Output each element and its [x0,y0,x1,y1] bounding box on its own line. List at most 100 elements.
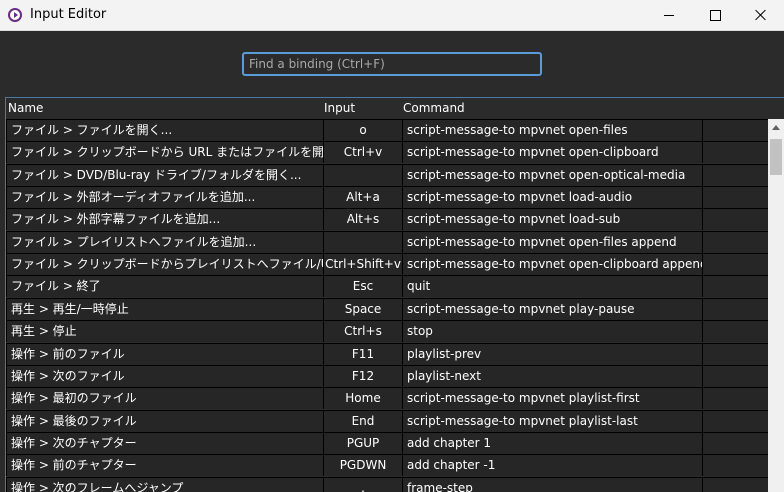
input-cell[interactable]: Alt+s [324,209,402,231]
table-row[interactable]: 操作 > 次のフレームへジャンプ. frame-step [6,476,768,492]
input-cell[interactable]: Home [324,388,402,410]
empty-cell [703,276,768,298]
empty-cell [703,164,768,186]
table-row[interactable]: 再生 > 再生/一時停止 Space script-message-to mpvne… [6,297,768,320]
input-cell[interactable]: Esc [324,276,402,298]
empty-cell [703,298,768,320]
command-cell[interactable]: add chapter -1 [403,455,702,477]
column-header-name[interactable]: Name [8,101,43,115]
command-cell[interactable]: playlist-prev [403,343,702,365]
command-cell[interactable]: script-message-to mpvnet play-pause [403,298,702,320]
name-cell[interactable]: ファイル > クリップボードからプレイリストへファイル/URL を追加 [7,254,323,276]
minimize-button[interactable] [646,0,692,30]
window-title: Input Editor [30,7,107,22]
name-cell[interactable]: 再生 > 停止 [7,321,323,343]
grid-header: Name Input Command [6,98,784,119]
table-row[interactable]: 操作 > 次のファイル F12 playlist-next [6,364,768,387]
table-row[interactable]: ファイル > 終了 Esc quit [6,275,768,298]
input-cell[interactable] [324,164,402,186]
name-cell[interactable]: ファイル > クリップボードから URL またはファイルを開く [7,142,323,164]
name-cell[interactable]: ファイル > 終了 [7,276,323,298]
input-cell[interactable]: Ctrl+v [324,142,402,164]
name-cell[interactable]: ファイル > DVD/Blu-ray ドライブ/フォルダを開く... [7,164,323,186]
command-cell[interactable]: script-message-to mpvnet load-sub [403,209,702,231]
command-cell[interactable]: script-message-to mpvnet open-clipboard … [403,254,702,276]
table-row[interactable]: ファイル > クリップボードから URL またはファイルを開く Ctrl+v scr… [6,141,768,164]
input-cell[interactable] [324,231,402,253]
app-icon [8,8,22,22]
name-cell[interactable]: 操作 > 次のファイル [7,365,323,387]
empty-cell [703,432,768,454]
name-cell[interactable]: ファイル > ファイルを開く... [7,120,323,141]
bindings-grid: Name Input Command ファイル > ファイルを開く... o scr… [5,97,784,492]
name-cell[interactable]: ファイル > 外部オーディオファイルを追加... [7,187,323,209]
table-row[interactable]: ファイル > プレイリストへファイルを追加... script-message-t… [6,230,768,253]
table-row[interactable]: 操作 > 次のチャプター PGUP add chapter 1 [6,431,768,454]
scrollbar-thumb[interactable] [770,139,782,175]
command-cell[interactable]: playlist-next [403,365,702,387]
name-cell[interactable]: ファイル > プレイリストへファイルを追加... [7,231,323,253]
maximize-icon [709,9,721,21]
table-row[interactable]: ファイル > クリップボードからプレイリストへファイル/URL を追加Ctrl+… [6,253,768,276]
table-row[interactable]: 操作 > 最後のファイル End script-message-to mpvnet … [6,409,768,432]
vertical-scrollbar[interactable] [768,119,784,492]
table-row[interactable]: 操作 > 最初のファイル Home script-message-to mpvnet… [6,387,768,410]
command-cell[interactable]: script-message-to mpvnet open-clipboard [403,142,702,164]
empty-cell [703,120,768,141]
table-row[interactable]: ファイル > 外部字幕ファイルを追加... Alt+s script-message… [6,208,768,231]
command-cell[interactable]: script-message-to mpvnet open-optical-me… [403,164,702,186]
input-cell[interactable]: PGUP [324,432,402,454]
empty-cell [703,410,768,432]
empty-cell [703,365,768,387]
command-cell[interactable]: script-message-to mpvnet playlist-last [403,410,702,432]
name-cell[interactable]: 操作 > 最初のファイル [7,388,323,410]
empty-cell [703,455,768,477]
table-row[interactable]: ファイル > 外部オーディオファイルを追加... Alt+a script-mess… [6,186,768,209]
close-button[interactable] [738,0,784,30]
input-cell[interactable]: Ctrl+s [324,321,402,343]
column-header-input[interactable]: Input [324,101,355,115]
input-cell[interactable]: Space [324,298,402,320]
empty-cell [703,142,768,164]
name-cell[interactable]: 再生 > 再生/一時停止 [7,298,323,320]
command-cell[interactable]: script-message-to mpvnet load-audio [403,187,702,209]
name-cell[interactable]: 操作 > 次のチャプター [7,432,323,454]
empty-cell [703,187,768,209]
command-cell[interactable]: script-message-to mpvnet open-files appe… [403,231,702,253]
name-cell[interactable]: 操作 > 次のフレームへジャンプ [7,477,323,492]
input-cell[interactable]: o [324,120,402,141]
empty-cell [703,343,768,365]
scroll-up-arrow-icon[interactable] [772,125,780,130]
minimize-icon [664,14,674,16]
input-cell[interactable]: F11 [324,343,402,365]
maximize-button[interactable] [692,0,738,30]
name-cell[interactable]: 操作 > 前のファイル [7,343,323,365]
title-bar: Input Editor [0,0,784,31]
table-row[interactable]: 再生 > 停止 Ctrl+s stop [6,320,768,343]
close-icon [755,9,767,21]
command-cell[interactable]: script-message-to mpvnet open-files [403,120,702,141]
input-cell[interactable]: . [324,477,402,492]
name-cell[interactable]: 操作 > 最後のファイル [7,410,323,432]
table-row[interactable]: ファイル > ファイルを開く... o script-message-to mpvn… [6,119,768,141]
command-cell[interactable]: frame-step [403,477,702,492]
input-cell[interactable]: End [324,410,402,432]
table-row[interactable]: 操作 > 前のチャプター PGDWN add chapter -1 [6,454,768,477]
input-cell[interactable]: F12 [324,365,402,387]
name-cell[interactable]: ファイル > 外部字幕ファイルを追加... [7,209,323,231]
command-cell[interactable]: quit [403,276,702,298]
input-cell[interactable]: PGDWN [324,455,402,477]
empty-cell [703,321,768,343]
empty-cell [703,254,768,276]
column-header-command[interactable]: Command [403,101,465,115]
table-row[interactable]: 操作 > 前のファイル F11 playlist-prev [6,342,768,365]
search-input[interactable] [242,52,542,76]
name-cell[interactable]: 操作 > 前のチャプター [7,455,323,477]
input-cell[interactable]: Ctrl+Shift+v [324,254,402,276]
command-cell[interactable]: stop [403,321,702,343]
command-cell[interactable]: script-message-to mpvnet playlist-first [403,388,702,410]
table-row[interactable]: ファイル > DVD/Blu-ray ドライブ/フォルダを開く... script… [6,163,768,186]
command-cell[interactable]: add chapter 1 [403,432,702,454]
empty-cell [703,209,768,231]
input-cell[interactable]: Alt+a [324,187,402,209]
